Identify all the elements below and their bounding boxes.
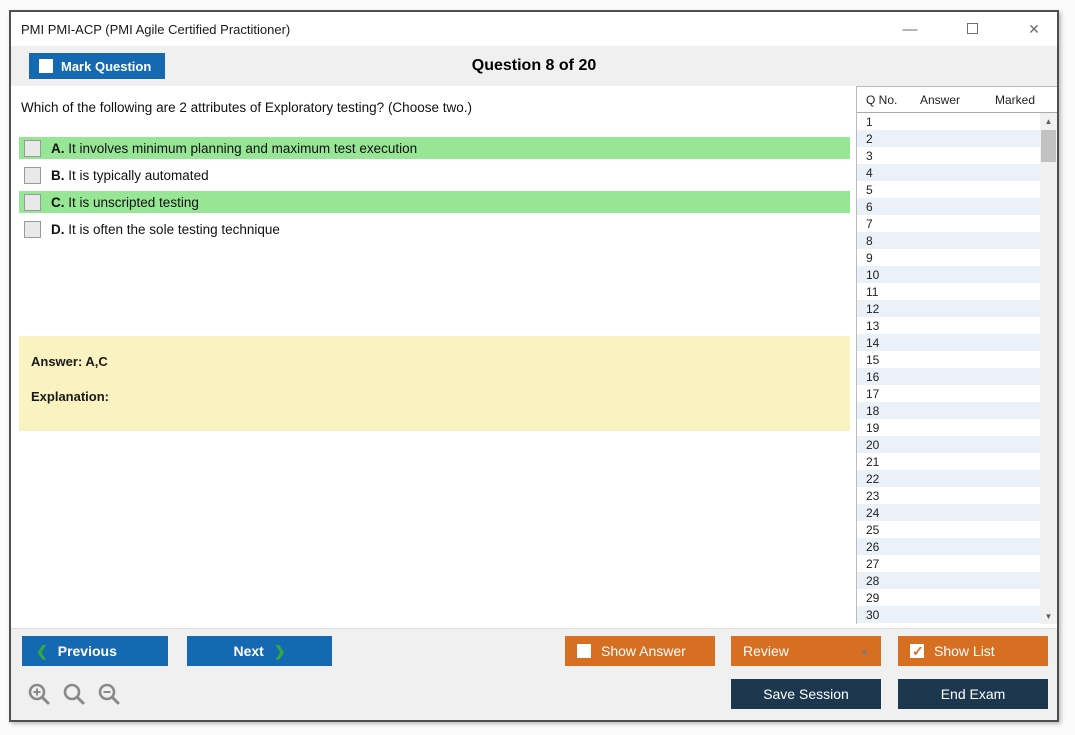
show-list-checkbox[interactable] [910,643,924,660]
scrollbar-thumb[interactable] [1041,130,1056,162]
zoom-reset-icon[interactable] [62,682,88,708]
answer-option[interactable]: D. It is often the sole testing techniqu… [19,218,850,240]
explanation-label: Explanation: [31,389,110,404]
show-answer-button[interactable]: Show Answer [565,636,715,666]
option-checkbox[interactable] [24,139,41,157]
question-list-row[interactable]: 9 [857,249,1041,266]
answer-option[interactable]: A. It involves minimum planning and maxi… [19,137,850,159]
previous-label: Previous [57,643,117,659]
question-list-row[interactable]: 8 [857,232,1041,249]
scroll-down-icon[interactable]: ▼ [1040,608,1057,624]
maximize-icon[interactable] [959,21,985,37]
option-text: D. It is often the sole testing techniqu… [51,221,280,237]
save-session-label: Save Session [763,686,849,702]
review-button[interactable]: Review ▲ [731,636,881,666]
question-list-row[interactable]: 27 [857,555,1041,572]
question-list-body: 1 2 3 4 5 6 7 8 9 10 11 12 13 14 15 16 17 18 19 20 21 22 23 24 2… [857,113,1041,624]
answer-option[interactable]: C. It is unscripted testing [19,191,850,213]
window-title: PMI PMI-ACP (PMI Agile Certified Practit… [21,21,291,37]
question-list-row[interactable]: 2 [857,130,1041,147]
option-text: C. It is unscripted testing [51,194,199,210]
question-list-row[interactable]: 5 [857,181,1041,198]
zoom-out-icon[interactable] [97,682,123,708]
question-list-row[interactable]: 13 [857,317,1041,334]
question-counter: Question 8 of 20 [471,57,597,74]
question-list-row[interactable]: 30 [857,606,1041,623]
zoom-tools [27,682,123,708]
column-qno: Q No. [866,92,898,107]
answer-option[interactable]: B. It is typically automated [19,164,850,186]
mark-question-checkbox[interactable] [39,59,53,73]
question-list-scrollbar[interactable]: ▲ ▼ [1040,113,1057,624]
footer-bar: ❮ Previous Next ❯ Show Answer Review ▲ S… [11,628,1057,720]
show-list-label: Show List [934,643,995,659]
window-controls: — ✕ [897,12,1047,46]
show-answer-label: Show Answer [601,643,686,659]
question-list-row[interactable]: 11 [857,283,1041,300]
next-label: Next [233,643,264,659]
end-exam-button[interactable]: End Exam [898,679,1048,709]
question-list-row[interactable]: 16 [857,368,1041,385]
question-list-row[interactable]: 10 [857,266,1041,283]
option-checkbox[interactable] [24,220,41,238]
next-button[interactable]: Next ❯ [187,636,332,666]
dropdown-up-icon: ▲ [860,646,869,656]
question-list-row[interactable]: 22 [857,470,1041,487]
question-list-row[interactable]: 19 [857,419,1041,436]
option-checkbox[interactable] [24,166,41,184]
question-list-row[interactable]: 20 [857,436,1041,453]
question-list-row[interactable]: 1 [857,113,1041,130]
question-list-row[interactable]: 25 [857,521,1041,538]
chevron-left-icon: ❮ [36,642,48,659]
end-exam-label: End Exam [940,686,1006,702]
column-marked: Marked [995,92,1036,107]
save-session-button[interactable]: Save Session [731,679,881,709]
mark-question-label: Mark Question [61,58,152,74]
question-list-row[interactable]: 6 [857,198,1041,215]
question-list-row[interactable]: 28 [857,572,1041,589]
answer-explanation-box: Answer: A,C Explanation: [19,336,850,431]
app-window: PMI PMI-ACP (PMI Agile Certified Practit… [9,10,1059,722]
minimize-icon[interactable]: — [897,21,923,38]
question-list-row[interactable]: 7 [857,215,1041,232]
option-text: A. It involves minimum planning and maxi… [51,140,418,156]
question-list-header: Q No. Answer Marked [857,87,1057,113]
option-text: B. It is typically automated [51,167,209,183]
close-icon[interactable]: ✕ [1021,21,1047,38]
question-list-row[interactable]: 12 [857,300,1041,317]
question-list-row[interactable]: 15 [857,351,1041,368]
question-area: Which of the following are 2 attributes … [11,86,856,628]
mark-question-button[interactable]: Mark Question [29,53,166,79]
show-answer-checkbox[interactable] [577,644,591,658]
question-list-row[interactable]: 17 [857,385,1041,402]
question-list-panel: Q No. Answer Marked 1 2 3 4 5 6 7 8 9 10 11 12 13 14 1… [856,86,1057,624]
review-label: Review [743,643,789,659]
title-bar: PMI PMI-ACP (PMI Agile Certified Practit… [11,12,1057,46]
column-answer: Answer [920,92,961,107]
question-list-row[interactable]: 23 [857,487,1041,504]
question-list-row[interactable]: 24 [857,504,1041,521]
question-list-row[interactable]: 14 [857,334,1041,351]
previous-button[interactable]: ❮ Previous [22,636,168,666]
options-list: A. It involves minimum planning and maxi… [19,137,850,245]
answer-text: Answer: A,C [31,354,108,369]
question-list-row[interactable]: 4 [857,164,1041,181]
question-list-row[interactable]: 3 [857,147,1041,164]
scroll-up-icon[interactable]: ▲ [1040,113,1057,129]
zoom-in-icon[interactable] [27,682,53,708]
option-checkbox[interactable] [24,193,41,211]
question-list-row[interactable]: 21 [857,453,1041,470]
question-list-row[interactable]: 29 [857,589,1041,606]
show-list-button[interactable]: Show List [898,636,1048,666]
question-list-row[interactable]: 26 [857,538,1041,555]
question-text: Which of the following are 2 attributes … [21,100,472,115]
header-band: Question 8 of 20 Mark Question [11,46,1057,86]
chevron-right-icon: ❯ [273,642,286,659]
question-list-row[interactable]: 18 [857,402,1041,419]
